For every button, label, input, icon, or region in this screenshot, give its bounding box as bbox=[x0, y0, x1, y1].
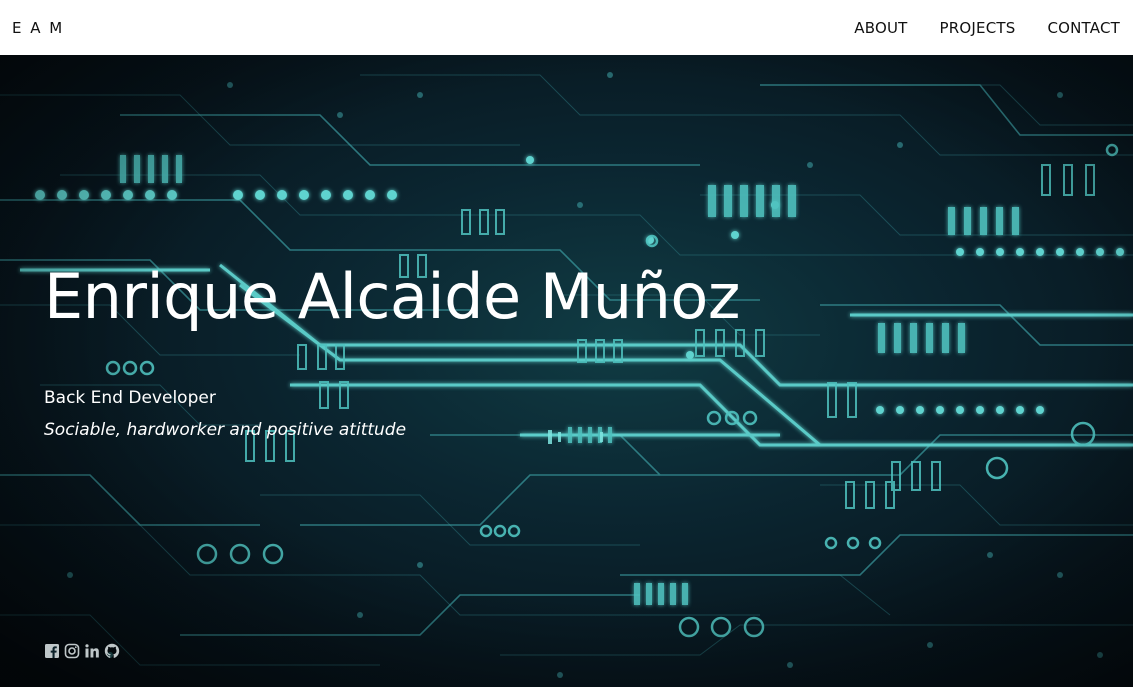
instagram-icon[interactable] bbox=[64, 643, 80, 659]
nav-about-link[interactable]: ABOUT bbox=[854, 19, 907, 37]
facebook-icon[interactable] bbox=[44, 643, 60, 659]
circuit-board-background bbox=[0, 55, 1133, 687]
linkedin-icon[interactable] bbox=[84, 643, 100, 659]
github-icon[interactable] bbox=[104, 643, 120, 659]
hero-role: Back End Developer bbox=[44, 388, 216, 408]
hero-section: Enrique Alcaide Muñoz Back End Developer… bbox=[0, 55, 1133, 687]
nav-links: ABOUT PROJECTS CONTACT bbox=[854, 19, 1120, 37]
nav-contact-link[interactable]: CONTACT bbox=[1047, 19, 1120, 37]
nav-projects-link[interactable]: PROJECTS bbox=[940, 19, 1016, 37]
social-links bbox=[44, 643, 120, 659]
hero-title: Enrique Alcaide Muñoz bbox=[44, 260, 740, 333]
brand-logo[interactable]: E A M bbox=[12, 19, 64, 37]
hero-tagline: Sociable, hardworker and positive atittu… bbox=[44, 420, 407, 440]
top-navbar: E A M ABOUT PROJECTS CONTACT bbox=[0, 0, 1133, 55]
